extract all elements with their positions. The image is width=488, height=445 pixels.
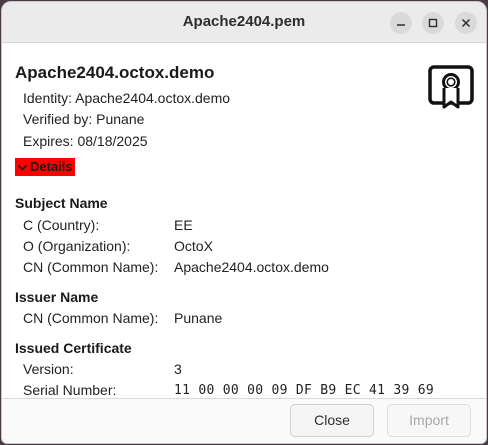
field-label: O (Organization):	[23, 238, 131, 254]
field-value: Punane	[174, 310, 223, 326]
field-value: Apache2404.octox.demo	[174, 259, 329, 275]
maximize-icon	[428, 18, 438, 28]
field-label: CN (Common Name):	[23, 259, 159, 275]
details-label: Details	[30, 159, 73, 174]
certificate-icon	[428, 65, 474, 109]
close-button[interactable]: Close	[290, 404, 374, 437]
issued-certificate-heading: Issued Certificate	[15, 340, 132, 356]
details-expander[interactable]: Details	[15, 158, 75, 176]
close-window-button[interactable]	[455, 12, 477, 34]
certificate-dialog: Apache2404.pem Apache2404.octox.demo Ide…	[1, 1, 487, 444]
serial-number-value: 11 00 00 00 09 DF B9 EC 41 39 69	[174, 383, 435, 398]
verified-by-line: Verified by: Punane	[23, 111, 145, 127]
certificate-title: Apache2404.octox.demo	[15, 63, 215, 82]
field-label: Version:	[23, 361, 74, 377]
field-value: OctoX	[174, 238, 213, 254]
identity-line: Identity: Apache2404.octox.demo	[23, 90, 231, 106]
minimize-icon	[397, 24, 405, 26]
title-bar[interactable]: Apache2404.pem	[2, 2, 486, 43]
expires-line: Expires: 08/18/2025	[23, 133, 148, 149]
close-icon	[461, 18, 471, 28]
field-value: 3	[174, 361, 182, 377]
maximize-button[interactable]	[422, 12, 444, 34]
field-value: EE	[174, 217, 193, 233]
subject-name-heading: Subject Name	[15, 195, 108, 211]
issuer-name-heading: Issuer Name	[15, 289, 99, 305]
import-button[interactable]: Import	[387, 404, 471, 437]
field-label: Serial Number:	[23, 382, 117, 398]
field-label: CN (Common Name):	[23, 310, 159, 326]
chevron-down-icon	[17, 164, 28, 171]
field-label: C (Country):	[23, 217, 100, 233]
minimize-button[interactable]	[390, 12, 412, 34]
dialog-footer: Close Import	[2, 398, 486, 443]
window-title: Apache2404.pem	[182, 13, 306, 30]
certificate-content[interactable]: Apache2404.octox.demo Identity: Apache24…	[2, 43, 486, 398]
